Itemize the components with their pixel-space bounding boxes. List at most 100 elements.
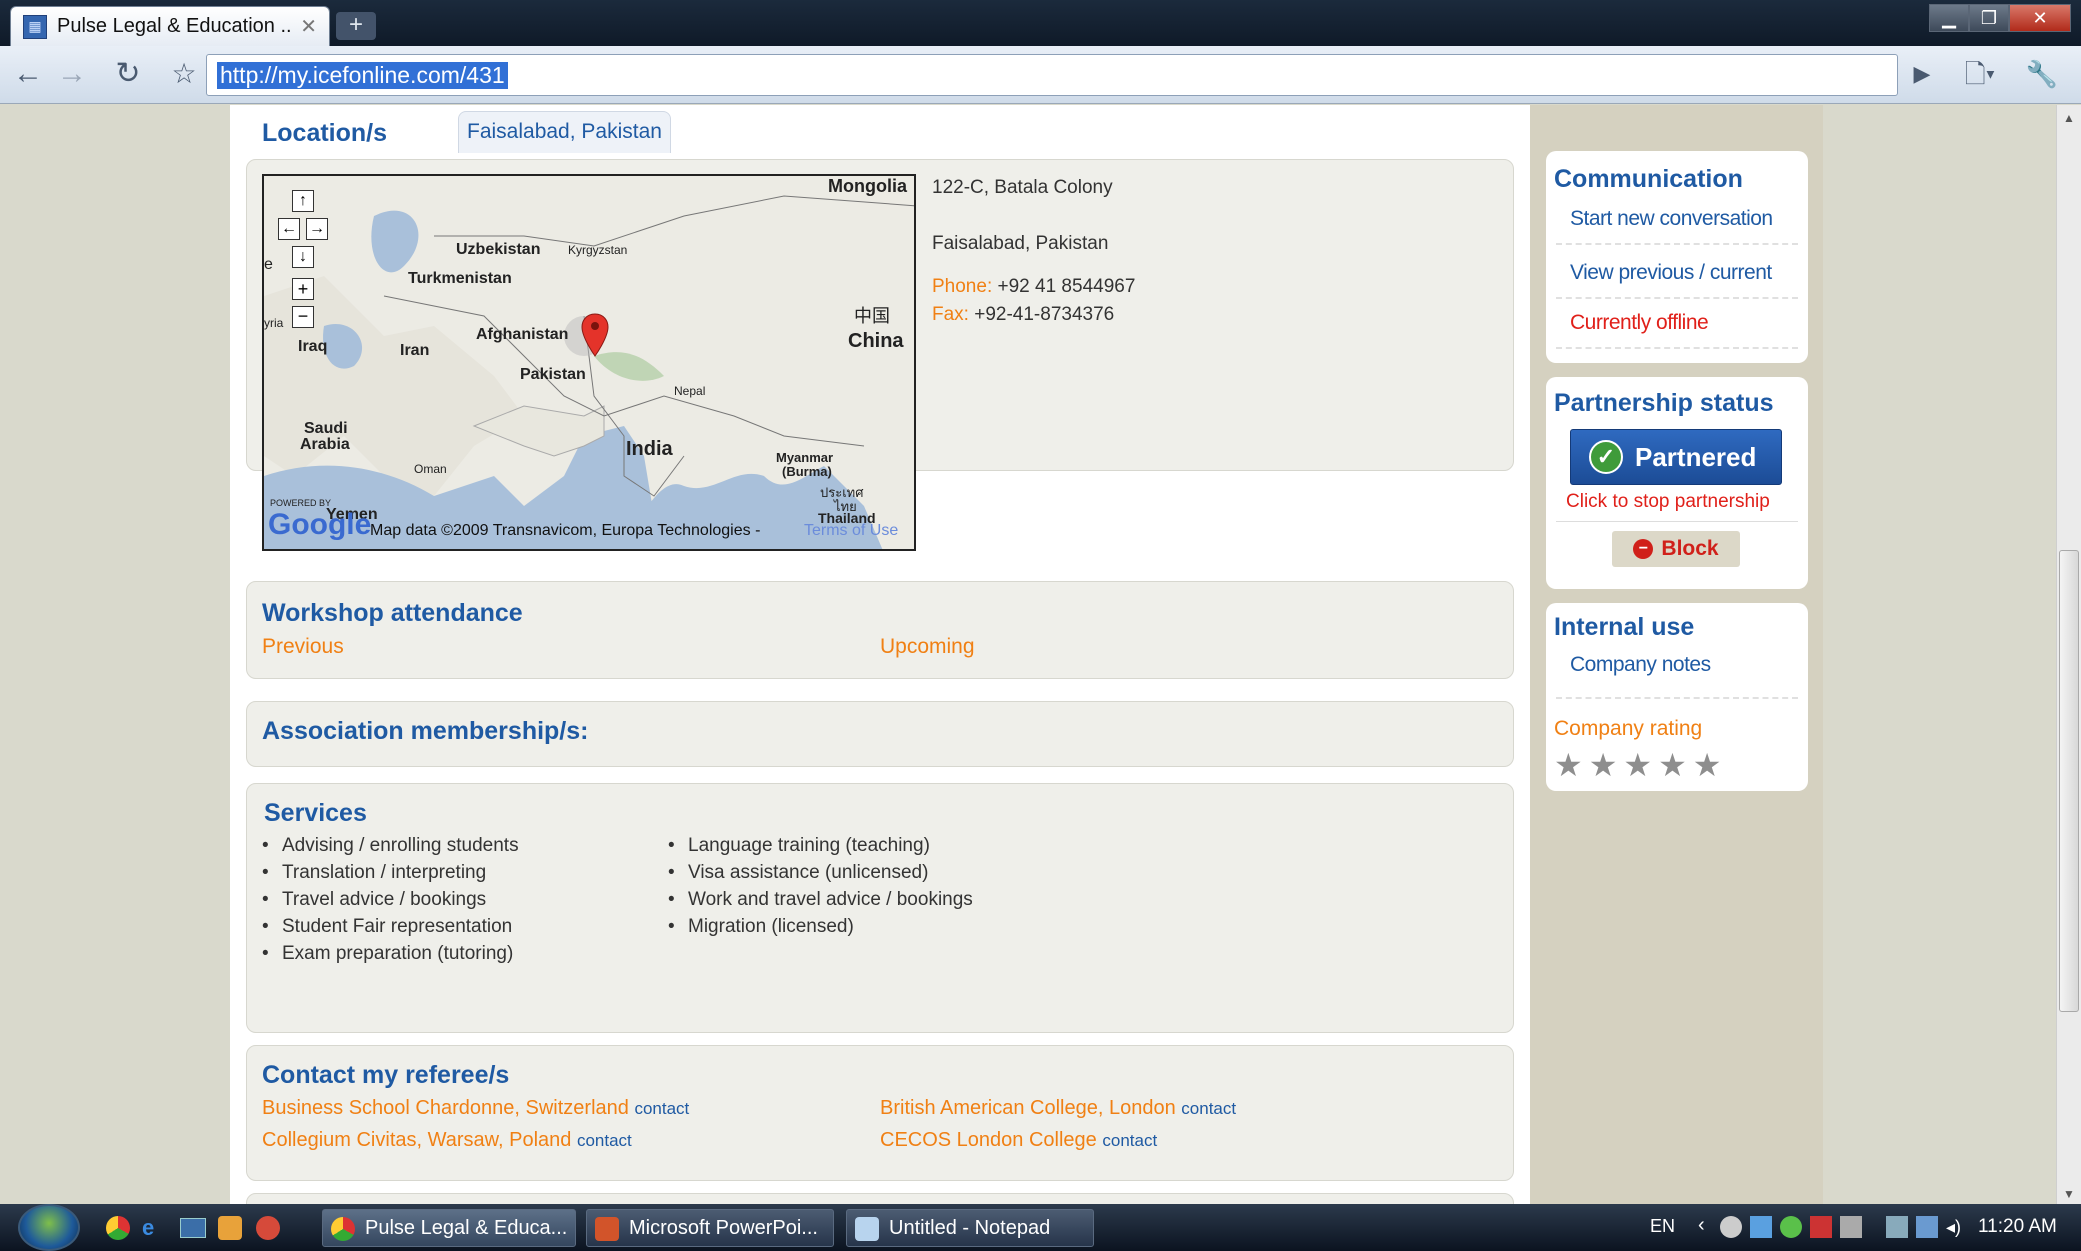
map-marker-icon[interactable]	[580, 312, 610, 358]
internal-heading: Internal use	[1554, 613, 1695, 641]
ie-icon[interactable]: e	[142, 1216, 166, 1240]
workshop-upcoming-link[interactable]: Upcoming	[880, 635, 975, 659]
reload-icon[interactable]: ↻	[108, 54, 148, 94]
map-attribution: Map data ©2009 Transnavicom, Europa Tech…	[370, 522, 761, 539]
pan-down-icon[interactable]: ↓	[292, 246, 314, 268]
partnership-heading: Partnership status	[1554, 389, 1774, 417]
star-icon[interactable]: ☆	[164, 54, 204, 94]
dropbox-icon[interactable]	[1750, 1216, 1772, 1238]
tray-icon[interactable]	[1810, 1216, 1832, 1238]
tray-icon[interactable]	[1720, 1216, 1742, 1238]
partnered-button[interactable]: ✓ Partnered	[1570, 429, 1782, 485]
app-icon[interactable]	[218, 1216, 242, 1240]
referee-contact-link[interactable]: contact	[634, 1099, 689, 1118]
star-icon[interactable]: ★	[1589, 749, 1618, 781]
wrench-icon[interactable]: 🔧	[2022, 54, 2062, 94]
company-notes-link[interactable]: Company notes	[1570, 653, 1711, 677]
phone-label: Phone:	[932, 276, 993, 297]
workshop-box	[246, 581, 1514, 679]
scroll-up-icon[interactable]: ▲	[2063, 111, 2075, 125]
close-tab-icon[interactable]: ✕	[300, 14, 317, 39]
close-window-icon[interactable]: ✕	[2009, 4, 2071, 32]
service-item: • Exam preparation (tutoring)	[262, 943, 519, 970]
browser-tab[interactable]: ▦ Pulse Legal & Education ... ✕	[10, 6, 330, 46]
referee-link[interactable]: Business School Chardonne, Switzerland	[262, 1097, 629, 1119]
page-menu-icon[interactable]: 🗋▾	[1960, 54, 2000, 94]
start-conversation-link[interactable]: Start new conversation	[1570, 207, 1773, 231]
tray-icon[interactable]	[1840, 1216, 1862, 1238]
zoom-out-icon[interactable]: −	[292, 306, 314, 328]
go-icon[interactable]: ▶	[1902, 54, 1942, 94]
internal-card: Internal use Company notes Company ratin…	[1546, 603, 1808, 791]
view-conversations-link[interactable]: View previous / current	[1570, 261, 1772, 285]
tray-expand-icon[interactable]: ‹	[1698, 1214, 1705, 1237]
clock[interactable]: 11:20 AM	[1978, 1216, 2057, 1238]
communication-heading: Communication	[1554, 165, 1743, 193]
divider	[1556, 243, 1798, 245]
taskbar-item-label: Pulse Legal & Educa...	[365, 1217, 568, 1239]
bullet-icon: •	[668, 835, 675, 856]
language-indicator[interactable]: EN	[1650, 1216, 1675, 1237]
partnered-label: Partnered	[1635, 441, 1757, 472]
fax-value: +92-41-8734376	[974, 304, 1115, 325]
minimize-icon[interactable]: ▁	[1929, 4, 1969, 32]
service-label: Travel advice / bookings	[282, 889, 487, 910]
location-heading: Location/s	[262, 119, 388, 147]
pan-left-icon[interactable]: ←	[278, 218, 300, 240]
scrollbar-thumb[interactable]	[2059, 550, 2079, 1012]
start-button[interactable]	[18, 1204, 80, 1251]
maximize-icon[interactable]: ❐	[1969, 4, 2009, 32]
star-icon[interactable]: ★	[1623, 749, 1652, 781]
desktop-icon[interactable]	[180, 1218, 206, 1238]
next-section-box	[246, 1193, 1514, 1204]
rating-stars[interactable]: ★ ★ ★ ★ ★	[1554, 749, 1721, 781]
zoom-in-icon[interactable]: +	[292, 278, 314, 300]
referee-link[interactable]: Collegium Civitas, Warsaw, Poland	[262, 1129, 571, 1151]
tab-title: Pulse Legal & Education ...	[57, 15, 293, 37]
services-list-col2: • Language training (teaching) • Visa assis…	[668, 835, 973, 943]
service-label: Visa assistance (unlicensed)	[688, 862, 929, 883]
location-tab[interactable]: Faisalabad, Pakistan	[458, 111, 671, 153]
referee-contact-link[interactable]: contact	[1102, 1131, 1157, 1150]
volume-icon[interactable]: ◂)	[1946, 1216, 1968, 1238]
taskbar-item-powerpoint[interactable]: Microsoft PowerPoi...	[586, 1209, 834, 1247]
referee-contact-link[interactable]: contact	[1181, 1099, 1236, 1118]
star-icon[interactable]: ★	[1693, 749, 1722, 781]
check-icon: ✓	[1589, 440, 1623, 474]
notepad-icon	[855, 1217, 879, 1241]
service-item: • Language training (teaching)	[668, 835, 973, 862]
network-icon[interactable]	[1916, 1216, 1938, 1238]
url-text[interactable]: http://my.icefonline.com/431	[217, 62, 508, 89]
stop-partnership-link[interactable]: Click to stop partnership	[1566, 491, 1770, 513]
location-map[interactable]: ↑ ← → ↓ + − Mongolia Uzbekistan Kyrgyzst…	[262, 174, 916, 551]
referee-link[interactable]: CECOS London College	[880, 1129, 1097, 1151]
block-button[interactable]: − Block	[1612, 531, 1740, 567]
online-status: Currently offline	[1570, 311, 1709, 334]
forward-icon[interactable]: →	[52, 54, 92, 94]
new-tab-button[interactable]: +	[336, 12, 376, 40]
workshop-previous-link[interactable]: Previous	[262, 635, 344, 659]
referee-link[interactable]: British American College, London	[880, 1097, 1176, 1119]
referee-contact-link[interactable]: contact	[577, 1131, 632, 1150]
service-label: Work and travel advice / bookings	[688, 889, 973, 910]
bullet-icon: •	[262, 835, 269, 856]
taskbar-item-notepad[interactable]: Untitled - Notepad	[846, 1209, 1094, 1247]
address-bar[interactable]: http://my.icefonline.com/431	[206, 54, 1898, 96]
pan-up-icon[interactable]: ↑	[292, 190, 314, 212]
app-icon[interactable]	[256, 1216, 280, 1240]
block-label: Block	[1661, 537, 1719, 560]
pan-right-icon[interactable]: →	[306, 218, 328, 240]
vertical-scrollbar[interactable]: ▲ ▼	[2056, 105, 2081, 1204]
tray-icon[interactable]	[1780, 1216, 1802, 1238]
address-line1: 122-C, Batala Colony	[932, 177, 1113, 198]
chrome-icon[interactable]	[106, 1216, 130, 1240]
back-icon[interactable]: ←	[8, 54, 48, 94]
scroll-down-icon[interactable]: ▼	[2063, 1187, 2075, 1201]
map-label: Iraq	[298, 338, 328, 355]
terms-link[interactable]: Terms of Use	[804, 522, 898, 540]
taskbar-item-chrome[interactable]: Pulse Legal & Educa...	[322, 1209, 576, 1247]
tray-icon[interactable]	[1886, 1216, 1908, 1238]
chrome-icon	[331, 1217, 355, 1241]
star-icon[interactable]: ★	[1554, 749, 1583, 781]
star-icon[interactable]: ★	[1658, 749, 1687, 781]
